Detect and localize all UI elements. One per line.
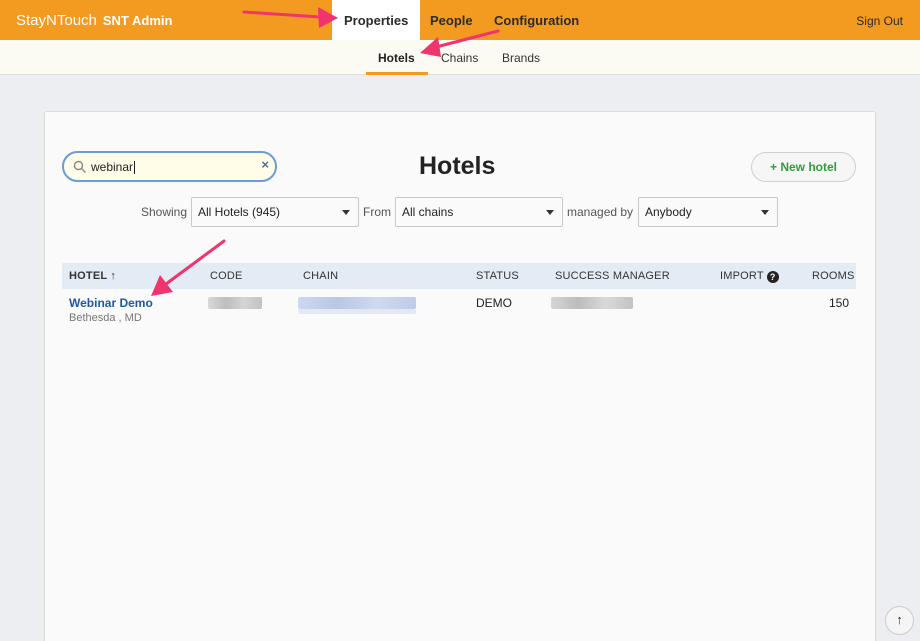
chevron-down-icon	[546, 210, 554, 215]
page-title: Hotels	[419, 152, 496, 180]
active-tab-indicator	[366, 72, 428, 75]
redacted-chain-underline	[298, 309, 416, 314]
column-import-label: IMPORT	[720, 270, 764, 282]
subnav-chains[interactable]: Chains	[441, 51, 478, 65]
chevron-down-icon	[342, 210, 350, 215]
tab-properties[interactable]: Properties	[332, 0, 421, 41]
column-chain[interactable]: CHAIN	[303, 270, 338, 282]
table-row[interactable]: Webinar Demo Bethesda , MD DEMO 150	[62, 289, 856, 331]
hotels-panel	[44, 111, 876, 641]
showing-label: Showing	[141, 205, 188, 219]
from-label: From	[363, 205, 391, 219]
column-hotel[interactable]: HOTEL ↑	[69, 270, 116, 282]
redacted-success-manager	[551, 297, 633, 309]
column-code[interactable]: CODE	[210, 270, 243, 282]
redacted-chain	[298, 297, 416, 309]
subnav-hotels[interactable]: Hotels	[378, 51, 415, 65]
new-hotel-button[interactable]: + New hotel	[751, 152, 856, 182]
top-navbar: StayNTouch SNT Admin Properties People Co…	[0, 0, 920, 41]
help-icon[interactable]: ?	[766, 271, 779, 283]
column-import[interactable]: IMPORT?	[720, 270, 779, 283]
sub-navbar: Hotels Chains Brands	[0, 40, 920, 75]
hotel-rooms: 150	[829, 296, 850, 310]
redacted-code	[208, 297, 262, 309]
table-header: HOTEL ↑ CODE CHAIN STATUS SUCCESS MANAGE…	[62, 263, 856, 289]
tab-configuration[interactable]: Configuration	[494, 0, 579, 40]
hotel-location: Bethesda , MD	[69, 312, 142, 324]
hotel-status: DEMO	[476, 296, 512, 310]
hotel-name-link[interactable]: Webinar Demo	[69, 296, 153, 310]
column-rooms[interactable]: ROOMS	[812, 270, 855, 282]
brand-subtitle: SNT Admin	[102, 13, 173, 28]
search-value: webinar	[91, 160, 136, 175]
manager-select-value: Anybody	[645, 205, 692, 219]
tab-people[interactable]: People	[430, 0, 473, 40]
brand-name: StayNTouch	[16, 12, 97, 29]
chain-select-value: All chains	[402, 205, 454, 219]
subnav-brands[interactable]: Brands	[502, 51, 540, 65]
showing-select[interactable]: All Hotels (945)	[191, 197, 359, 227]
search-icon	[73, 160, 86, 173]
showing-select-value: All Hotels (945)	[198, 205, 281, 219]
brand-logo[interactable]: StayNTouch SNT Admin	[16, 12, 172, 29]
chain-select[interactable]: All chains	[395, 197, 563, 227]
manager-select[interactable]: Anybody	[638, 197, 778, 227]
managed-by-label: managed by	[567, 205, 634, 219]
sign-out-link[interactable]: Sign Out	[856, 14, 903, 28]
chevron-down-icon	[761, 210, 769, 215]
scroll-top-button[interactable]: ↑	[885, 606, 914, 635]
column-status[interactable]: STATUS	[476, 270, 519, 282]
search-input[interactable]: webinar ×	[62, 151, 277, 182]
close-icon[interactable]: ×	[261, 157, 269, 172]
column-success-manager[interactable]: SUCCESS MANAGER	[555, 270, 670, 282]
